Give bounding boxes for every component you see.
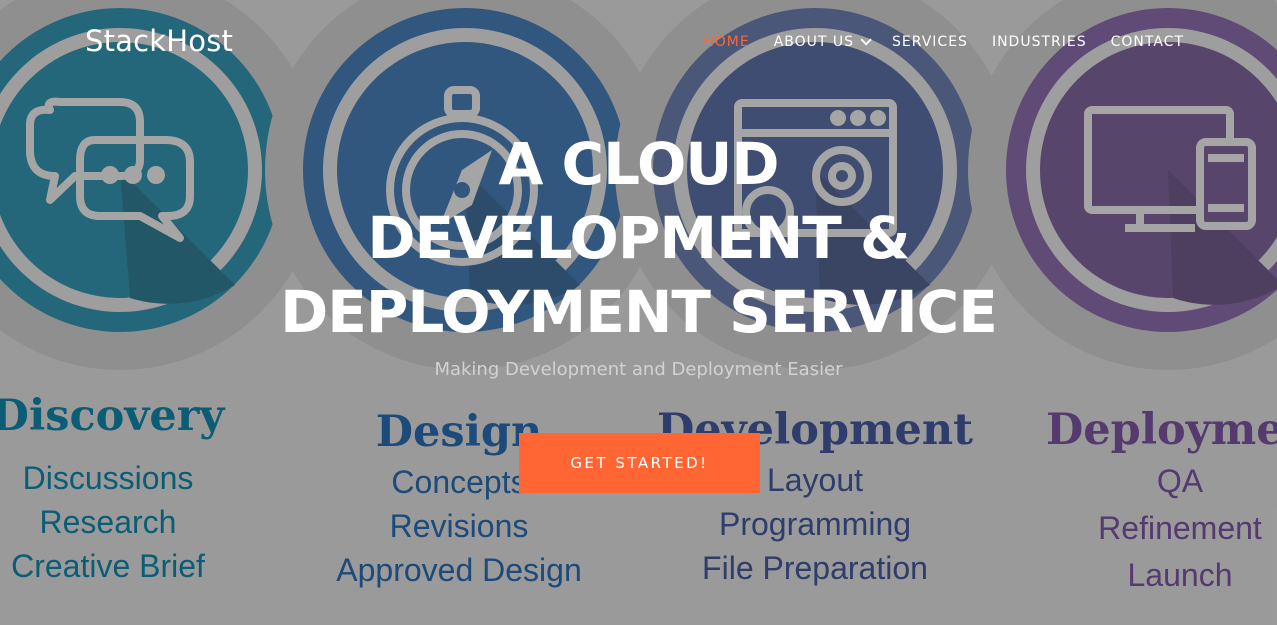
- phase-item: Refinement: [1098, 510, 1262, 546]
- hero-title-line: DEPLOYMENT SERVICE: [280, 278, 998, 346]
- phase-item: Approved Design: [336, 552, 582, 588]
- phase-item: Creative Brief: [11, 548, 205, 584]
- phase-item: Programming: [718, 506, 912, 542]
- nav-home[interactable]: HOME: [703, 34, 749, 50]
- phase-deployment: Deployment QA Refinement Launch: [1020, 388, 1277, 599]
- phase-title: Discovery: [0, 391, 225, 441]
- nav-industries[interactable]: INDUSTRIES: [992, 34, 1087, 50]
- nav-about-us-label: ABOUT US: [773, 34, 855, 50]
- hero-title: A CLOUD DEVELOPMENT & DEPLOYMENT SERVICE: [0, 127, 1277, 349]
- hero-title-line: DEVELOPMENT &: [367, 204, 910, 272]
- hero-subtitle: Making Development and Deployment Easier: [434, 359, 843, 380]
- main-nav: HOME ABOUT US SERVICES INDUSTRIES CONTAC…: [703, 34, 1184, 50]
- get-started-button[interactable]: GET STARTED!: [519, 433, 760, 493]
- nav-about-us[interactable]: ABOUT US: [773, 34, 872, 50]
- phase-title: Deployment: [1046, 405, 1277, 455]
- site-logo[interactable]: StackHost: [85, 24, 233, 58]
- nav-services[interactable]: SERVICES: [892, 34, 968, 50]
- phase-item: QA: [1156, 463, 1204, 499]
- phase-discovery: Discovery Discussions Research Creative …: [0, 388, 268, 588]
- hero-title-line: A CLOUD: [498, 130, 779, 198]
- phase-item: File Preparation: [702, 550, 928, 586]
- nav-contact[interactable]: CONTACT: [1111, 34, 1184, 50]
- phase-item: Discussions: [22, 460, 194, 496]
- chevron-down-icon: [860, 34, 872, 46]
- phase-item: Launch: [1127, 557, 1233, 593]
- phase-item: Revisions: [389, 508, 529, 544]
- phase-item: Research: [39, 504, 177, 540]
